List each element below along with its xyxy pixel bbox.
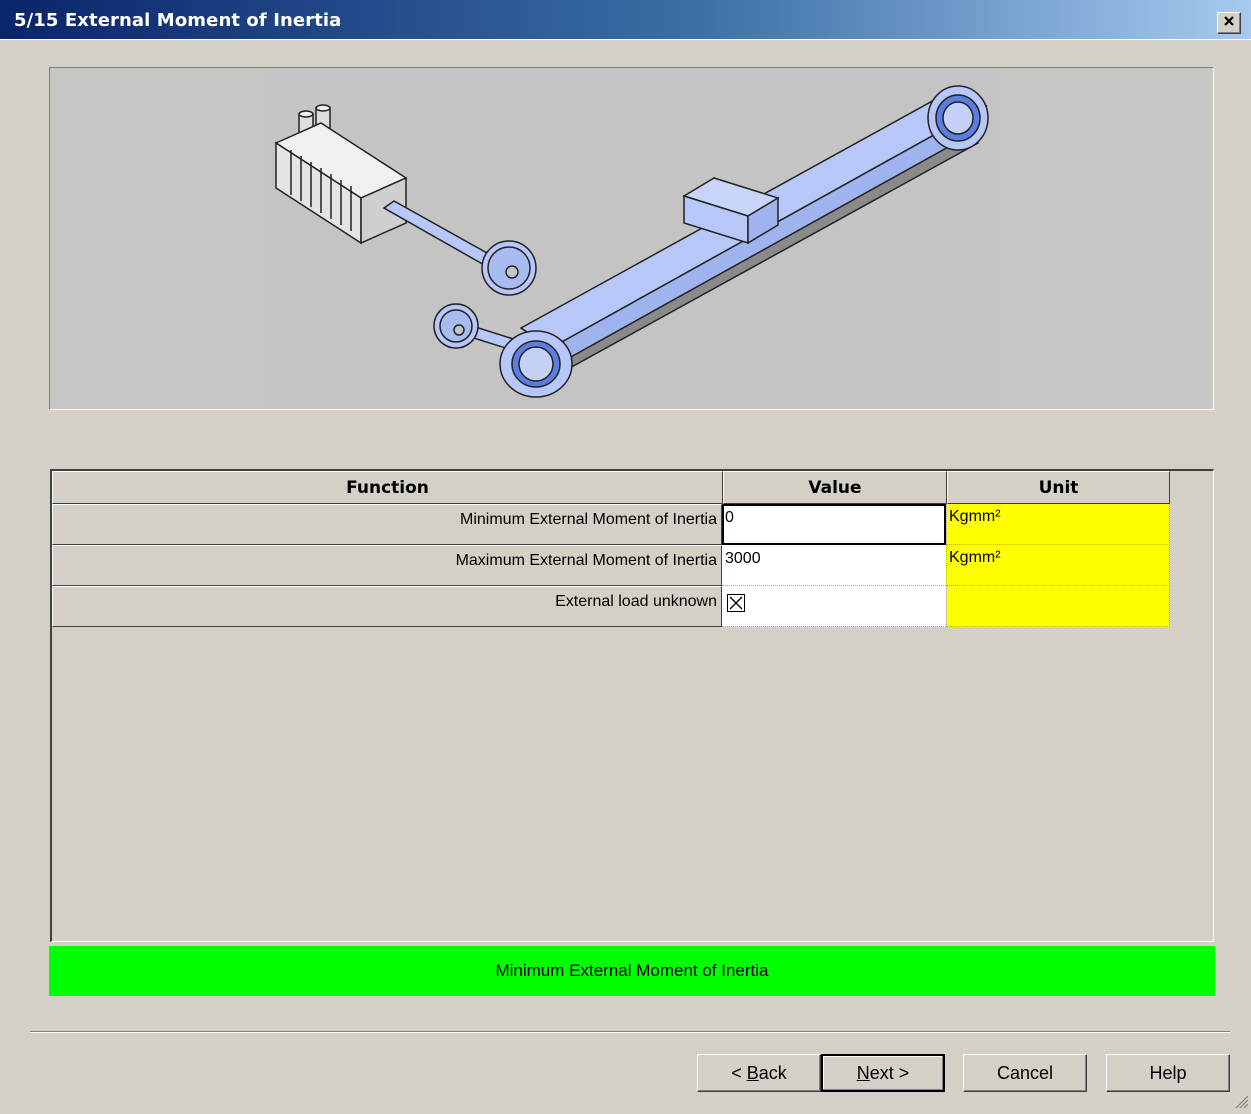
max-inertia-unit: Kgmm²: [946, 545, 1170, 586]
row-label-min-inertia: Minimum External Moment of Inertia: [52, 504, 722, 545]
min-inertia-unit: Kgmm²: [946, 504, 1170, 545]
title-bar: 5/15 External Moment of Inertia: [0, 0, 1251, 40]
motor-icon: [274, 104, 408, 245]
external-load-unknown-unit: [946, 586, 1170, 627]
mechanism-illustration-panel: [49, 67, 1214, 410]
next-button[interactable]: Next >: [821, 1054, 945, 1092]
status-bar: Minimum External Moment of Inertia: [49, 946, 1215, 996]
status-text: Minimum External Moment of Inertia: [495, 961, 769, 980]
back-button-label: < Back: [731, 1062, 787, 1083]
belt-drive-drawing: [274, 85, 989, 398]
help-button[interactable]: Help: [1106, 1054, 1230, 1092]
external-load-unknown-checkbox[interactable]: [727, 594, 745, 612]
column-header-value[interactable]: Value: [723, 471, 947, 504]
mechanism-illustration: [266, 68, 998, 409]
close-icon: [1223, 15, 1235, 31]
window-title: 5/15 External Moment of Inertia: [14, 10, 342, 31]
external-load-unknown-cell: [722, 586, 946, 627]
min-inertia-value-field[interactable]: 0: [722, 504, 946, 545]
column-header-unit[interactable]: Unit: [947, 471, 1170, 504]
row-label-max-inertia: Maximum External Moment of Inertia: [52, 545, 722, 586]
x-checkbox-icon: [729, 596, 743, 610]
max-inertia-value-field[interactable]: 3000: [722, 545, 946, 586]
cancel-button[interactable]: Cancel: [963, 1054, 1087, 1092]
back-button[interactable]: < Back: [697, 1054, 821, 1092]
separator-line: [30, 1031, 1230, 1033]
column-header-function[interactable]: Function: [52, 471, 723, 504]
parameter-grid: Function Value Unit Minimum External Mom…: [50, 469, 1214, 942]
close-button[interactable]: [1217, 12, 1241, 34]
resize-grip-icon[interactable]: [1233, 1093, 1249, 1109]
row-label-external-load-unknown: External load unknown: [52, 586, 722, 627]
next-button-label: Next >: [856, 1062, 910, 1083]
